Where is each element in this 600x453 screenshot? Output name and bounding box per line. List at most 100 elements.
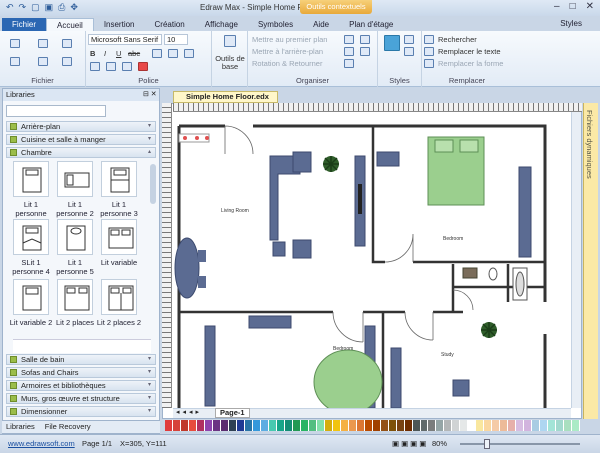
open-file-icon[interactable] bbox=[38, 39, 48, 48]
color-swatch[interactable] bbox=[572, 420, 581, 431]
color-swatch[interactable] bbox=[244, 420, 253, 431]
close-icon[interactable]: ✕ bbox=[586, 1, 594, 12]
shape-lit-2-places-2[interactable] bbox=[101, 279, 137, 315]
color-swatch[interactable] bbox=[212, 420, 221, 431]
color-swatch[interactable] bbox=[444, 420, 453, 431]
export-file-icon[interactable] bbox=[38, 57, 48, 66]
color-swatch[interactable] bbox=[516, 420, 525, 431]
shape-slit-1-personne-4[interactable] bbox=[13, 219, 49, 255]
replace-text-button[interactable]: Remplacer le texte bbox=[438, 47, 501, 56]
group-icon[interactable] bbox=[344, 47, 354, 56]
tab-creation[interactable]: Création bbox=[145, 18, 195, 32]
outils-de-base-button[interactable]: Outils de base bbox=[214, 55, 246, 71]
category-murs[interactable]: Murs, gros œuvre et structure ▾ bbox=[6, 393, 156, 404]
color-swatch[interactable] bbox=[300, 420, 309, 431]
color-swatch[interactable] bbox=[252, 420, 261, 431]
website-link[interactable]: www.edrawsoft.com bbox=[8, 439, 75, 448]
new-file-icon[interactable] bbox=[10, 39, 20, 48]
color-swatch[interactable] bbox=[436, 420, 445, 431]
replace-shape-button[interactable]: Remplacer la forme bbox=[438, 59, 503, 68]
category-salle-de-bain[interactable]: Salle de bain ▾ bbox=[6, 354, 156, 365]
color-swatch[interactable] bbox=[380, 420, 389, 431]
color-swatch[interactable] bbox=[180, 420, 189, 431]
color-swatch[interactable] bbox=[188, 420, 197, 431]
color-swatch[interactable] bbox=[324, 420, 333, 431]
library-select[interactable] bbox=[6, 105, 106, 117]
color-swatch[interactable] bbox=[196, 420, 205, 431]
align-right-icon[interactable] bbox=[184, 49, 194, 58]
print-file-icon[interactable] bbox=[10, 57, 20, 66]
document-tab[interactable]: Simple Home Floor.edx bbox=[173, 91, 278, 103]
color-swatch[interactable] bbox=[420, 420, 429, 431]
bold-button[interactable]: B bbox=[90, 49, 95, 58]
tab-fichier[interactable]: Fichier bbox=[2, 18, 47, 32]
shape-lit-2-places[interactable] bbox=[57, 279, 93, 315]
color-swatch[interactable] bbox=[396, 420, 405, 431]
color-swatch[interactable] bbox=[316, 420, 325, 431]
tab-symboles[interactable]: Symboles bbox=[248, 18, 303, 32]
category-armoires[interactable]: Armoires et bibliothèques ▾ bbox=[6, 380, 156, 391]
font-name-select[interactable]: Microsoft Sans Serif bbox=[88, 34, 162, 45]
color-swatch[interactable] bbox=[508, 420, 517, 431]
distribute-icon[interactable] bbox=[360, 35, 370, 44]
color-swatch[interactable] bbox=[348, 420, 357, 431]
view-mode-icons[interactable]: ▣▣▣▣ bbox=[392, 439, 428, 448]
font-size-select[interactable]: 10 bbox=[164, 34, 188, 45]
color-swatch[interactable] bbox=[564, 420, 573, 431]
save-icon[interactable]: ▣ bbox=[45, 2, 54, 13]
color-swatch[interactable] bbox=[492, 420, 501, 431]
italic-button[interactable]: I bbox=[104, 49, 106, 58]
color-swatch[interactable] bbox=[388, 420, 397, 431]
color-swatch[interactable] bbox=[292, 420, 301, 431]
color-swatch[interactable] bbox=[332, 420, 341, 431]
tab-accueil[interactable]: Accueil bbox=[46, 18, 94, 32]
save-file-icon[interactable] bbox=[62, 39, 72, 48]
vertical-scrollbar[interactable] bbox=[571, 112, 581, 408]
shape-lit-1-personne[interactable] bbox=[13, 161, 49, 197]
color-swatch[interactable] bbox=[500, 420, 509, 431]
category-arriere-plan[interactable]: Arrière-plan ▾ bbox=[6, 121, 156, 132]
color-swatch[interactable] bbox=[172, 420, 181, 431]
color-swatch[interactable] bbox=[476, 420, 485, 431]
zoom-slider[interactable] bbox=[460, 443, 580, 445]
tab-aide[interactable]: Aide bbox=[303, 18, 339, 32]
color-swatch[interactable] bbox=[460, 420, 469, 431]
color-swatch[interactable] bbox=[236, 420, 245, 431]
color-swatch[interactable] bbox=[428, 420, 437, 431]
color-swatch[interactable] bbox=[340, 420, 349, 431]
category-chambre[interactable]: Chambre ▴ bbox=[6, 147, 156, 158]
page-tab[interactable]: Page-1 bbox=[215, 408, 250, 418]
tab-libraries[interactable]: Libraries bbox=[6, 421, 35, 433]
move-icon[interactable]: ✥ bbox=[70, 2, 78, 13]
print-icon[interactable]: ⎙ bbox=[58, 2, 65, 13]
new-icon[interactable]: ▢ bbox=[31, 2, 40, 13]
color-swatch[interactable] bbox=[412, 420, 421, 431]
tab-insertion[interactable]: Insertion bbox=[94, 18, 145, 32]
category-dimensionner[interactable]: Dimensionner ▾ bbox=[6, 406, 156, 417]
color-swatch[interactable] bbox=[276, 420, 285, 431]
color-swatch[interactable] bbox=[468, 420, 477, 431]
styles-gallery-icon[interactable] bbox=[384, 35, 400, 51]
category-cuisine[interactable]: Cuisine et salle à manger ▾ bbox=[6, 134, 156, 145]
highlight-color-icon[interactable] bbox=[138, 62, 148, 71]
floor-plan-canvas[interactable]: Living Room Bedroom Bedroom Study bbox=[173, 112, 571, 408]
align-left-icon[interactable] bbox=[152, 49, 162, 58]
color-swatch[interactable] bbox=[228, 420, 237, 431]
tab-file-recovery[interactable]: File Recovery bbox=[45, 421, 91, 433]
color-swatch[interactable] bbox=[484, 420, 493, 431]
color-swatch[interactable] bbox=[372, 420, 381, 431]
indent-icon[interactable] bbox=[106, 62, 116, 71]
strike-button[interactable]: abc bbox=[128, 49, 140, 58]
underline-button[interactable]: U bbox=[116, 49, 121, 58]
color-swatch[interactable] bbox=[356, 420, 365, 431]
find-button[interactable]: Rechercher bbox=[438, 35, 477, 44]
color-swatch[interactable] bbox=[548, 420, 557, 431]
color-swatch[interactable] bbox=[540, 420, 549, 431]
tab-affichage[interactable]: Affichage bbox=[195, 18, 248, 32]
color-swatch[interactable] bbox=[268, 420, 277, 431]
color-swatch[interactable] bbox=[308, 420, 317, 431]
styles-menu[interactable]: Styles bbox=[560, 19, 582, 28]
pin-icon[interactable]: ⊟ ✕ bbox=[143, 90, 157, 98]
color-swatch[interactable] bbox=[204, 420, 213, 431]
color-swatch[interactable] bbox=[260, 420, 269, 431]
